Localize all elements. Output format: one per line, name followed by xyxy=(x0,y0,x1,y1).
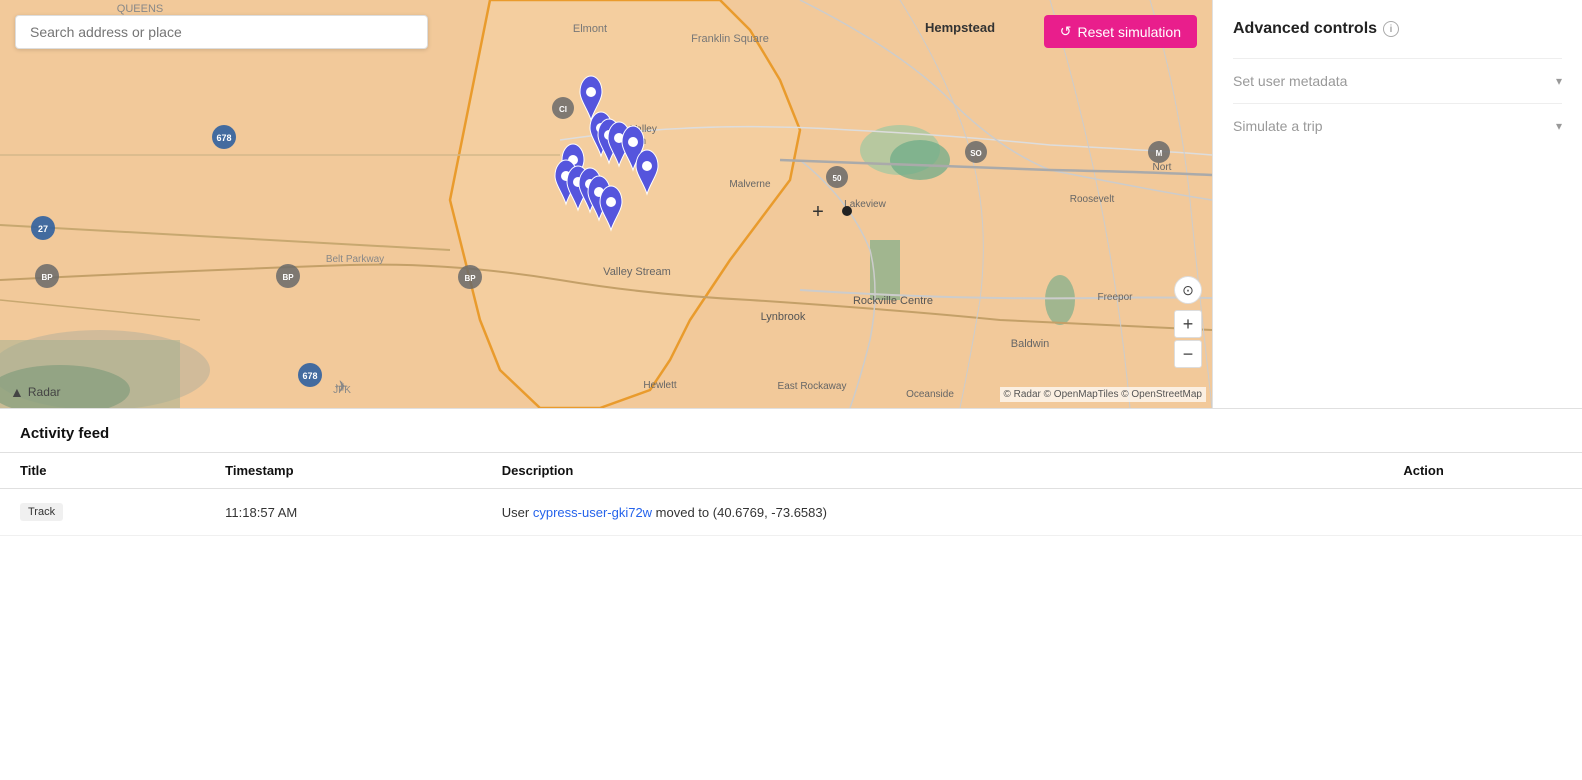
zoom-in-button[interactable]: + xyxy=(1174,310,1202,338)
svg-text:Franklin Square: Franklin Square xyxy=(691,33,769,45)
description-prefix: User xyxy=(502,505,533,520)
svg-text:CI: CI xyxy=(559,105,567,114)
reset-button-label: Reset simulation xyxy=(1078,24,1182,40)
panel-header: Advanced controls i xyxy=(1233,20,1562,38)
svg-text:BP: BP xyxy=(464,274,476,283)
svg-text:BP: BP xyxy=(282,273,294,282)
set-user-metadata-section[interactable]: Set user metadata ▾ xyxy=(1233,58,1562,103)
row-action-cell xyxy=(1383,489,1582,536)
svg-text:JFK: JFK xyxy=(333,385,351,396)
activity-feed-title: Activity feed xyxy=(0,409,1582,452)
map-svg: 27 678 BP BP BP 678 50 SO M CI ✈ xyxy=(0,0,1212,408)
svg-text:Roosevelt: Roosevelt xyxy=(1070,194,1115,205)
svg-text:M: M xyxy=(1156,149,1163,158)
user-link[interactable]: cypress-user-gki72w xyxy=(533,505,652,520)
simulate-a-trip-label: Simulate a trip xyxy=(1233,118,1322,134)
description-suffix: moved to (40.6769, -73.6583) xyxy=(652,505,827,520)
svg-text:BP: BP xyxy=(41,273,53,282)
svg-text:Hempstead: Hempstead xyxy=(925,20,995,35)
svg-text:27: 27 xyxy=(38,224,48,234)
reset-simulation-button[interactable]: ↺ Reset simulation xyxy=(1044,15,1197,48)
column-title: Title xyxy=(0,453,205,489)
column-timestamp: Timestamp xyxy=(205,453,482,489)
svg-text:Elmont: Elmont xyxy=(573,23,607,35)
svg-text:678: 678 xyxy=(216,133,231,143)
simulate-a-trip-chevron-icon: ▾ xyxy=(1556,119,1562,133)
reset-icon: ↺ xyxy=(1060,23,1072,40)
info-icon[interactable]: i xyxy=(1383,21,1399,37)
svg-text:Valley Stream: Valley Stream xyxy=(603,266,671,278)
table-header-row: Title Timestamp Description Action xyxy=(0,453,1582,489)
svg-text:Rockville Centre: Rockville Centre xyxy=(853,295,933,307)
right-panel: Advanced controls i Set user metadata ▾ … xyxy=(1212,0,1582,408)
panel-title: Advanced controls xyxy=(1233,20,1377,38)
zoom-out-button[interactable]: − xyxy=(1174,340,1202,368)
activity-table: Title Timestamp Description Action Track… xyxy=(0,452,1582,536)
svg-text:Baldwin: Baldwin xyxy=(1011,338,1050,350)
activity-feed-section: Activity feed Title Timestamp Descriptio… xyxy=(0,408,1582,780)
track-badge: Track xyxy=(20,503,63,521)
svg-text:Nort: Nort xyxy=(1153,162,1172,173)
row-title-cell: Track xyxy=(0,489,205,536)
svg-text:Belt Parkway: Belt Parkway xyxy=(326,254,384,265)
svg-text:Lynbrook: Lynbrook xyxy=(761,311,806,323)
map-controls: ⊙ + − xyxy=(1174,276,1202,368)
svg-text:678: 678 xyxy=(302,371,317,381)
map-container[interactable]: ↺ Reset simulation xyxy=(0,0,1212,408)
row-description-cell: User cypress-user-gki72w moved to (40.67… xyxy=(482,489,1384,536)
svg-text:Freepor: Freepor xyxy=(1097,292,1133,303)
svg-text:50: 50 xyxy=(833,174,842,183)
row-timestamp-cell: 11:18:57 AM xyxy=(205,489,482,536)
column-action: Action xyxy=(1383,453,1582,489)
search-input[interactable] xyxy=(15,15,428,49)
simulate-a-trip-section[interactable]: Simulate a trip ▾ xyxy=(1233,103,1562,148)
radar-logo: ▲ ▲ RadarRadar xyxy=(10,384,61,400)
svg-text:Hewlett: Hewlett xyxy=(643,380,677,391)
svg-text:Malverne: Malverne xyxy=(729,179,771,190)
svg-text:East Rockaway: East Rockaway xyxy=(778,381,847,392)
svg-text:+: + xyxy=(812,201,824,223)
column-description: Description xyxy=(482,453,1384,489)
set-user-metadata-chevron-icon: ▾ xyxy=(1556,74,1562,88)
svg-text:QUEENS: QUEENS xyxy=(117,3,163,15)
svg-text:SO: SO xyxy=(970,149,982,158)
set-user-metadata-label: Set user metadata xyxy=(1233,73,1347,89)
location-button[interactable]: ⊙ xyxy=(1174,276,1202,304)
table-row: Track 11:18:57 AM User cypress-user-gki7… xyxy=(0,489,1582,536)
svg-text:Oceanside: Oceanside xyxy=(906,389,954,400)
map-attribution: © Radar © OpenMapTiles © OpenStreetMap xyxy=(1000,387,1207,402)
